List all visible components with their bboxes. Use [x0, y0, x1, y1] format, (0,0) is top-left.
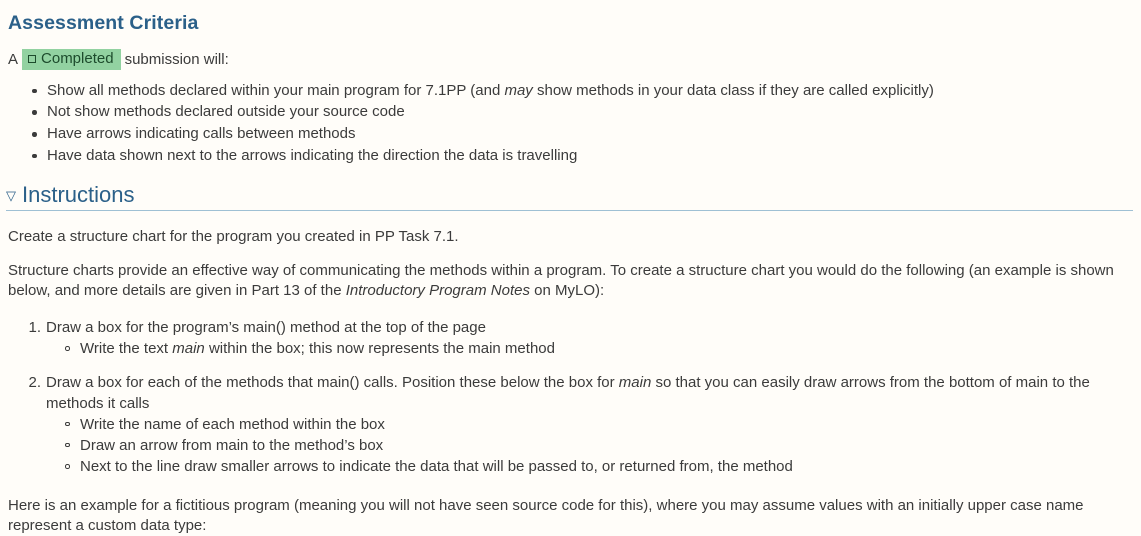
step-part1: Draw a box for the program’s main() meth…	[46, 319, 486, 336]
assessment-criteria-heading: Assessment Criteria	[0, 0, 1141, 35]
instructions-heading: ▽ Instructions	[6, 181, 1133, 212]
spacer	[0, 301, 1141, 317]
instructions-heading-label: Instructions	[22, 181, 135, 209]
list-item: Have data shown next to the arrows indic…	[30, 145, 1141, 167]
list-item: Write the name of each method within the…	[62, 414, 1141, 435]
triangle-down-icon[interactable]: ▽	[6, 189, 16, 202]
overview-emphasis: Introductory Program Notes	[346, 282, 530, 299]
step-text: Draw a box for each of the methods that …	[46, 372, 1136, 414]
checkbox-square-icon	[28, 55, 36, 63]
spacer	[0, 211, 1141, 227]
step-emphasis: main	[619, 374, 652, 391]
substep-part1: Draw an arrow from main to the method’s …	[80, 437, 383, 454]
substep-part1: Next to the line draw smaller arrows to …	[80, 458, 793, 475]
spacer	[0, 167, 1141, 181]
substep-part2: within the box; this now represents the …	[205, 340, 555, 357]
item-text-emphasis: may	[504, 82, 532, 99]
instructions-overview-paragraph: Structure charts provide an effective wa…	[0, 261, 1133, 302]
substep-part1: Write the text	[80, 340, 172, 357]
item-text-part1: Have data shown next to the arrows indic…	[47, 147, 577, 164]
item-text-part1: Show all methods declared within your ma…	[47, 82, 504, 99]
spacer	[0, 478, 1141, 496]
step-substeps-list: Write the name of each method within the…	[46, 414, 1141, 478]
assignment-instructions-page: Assessment Criteria A Completed submissi…	[0, 0, 1141, 527]
spacer	[0, 35, 1141, 49]
status-badge-label: Completed	[41, 50, 114, 67]
list-item: Show all methods declared within your ma…	[30, 80, 1141, 102]
step-part1: Draw a box for each of the methods that …	[46, 374, 619, 391]
instructions-intro-paragraph: Create a structure chart for the program…	[0, 227, 1133, 247]
list-item: Draw a box for each of the methods that …	[24, 372, 1141, 478]
item-text-part2: show methods in your data class if they …	[533, 82, 934, 99]
list-item: Draw a box for the program’s main() meth…	[24, 317, 1141, 359]
list-item: Write the text main within the box; this…	[62, 338, 1141, 359]
instructions-steps-list: Draw a box for the program’s main() meth…	[0, 317, 1141, 477]
instructions-closing-paragraph: Here is an example for a fictitious prog…	[0, 496, 1133, 536]
completed-lead-line: A Completed submission will:	[0, 49, 1141, 69]
list-item: Next to the line draw smaller arrows to …	[62, 456, 1141, 477]
status-badge-completed: Completed	[22, 49, 121, 69]
substep-emphasis: main	[172, 340, 205, 357]
lead-prefix-text: A	[8, 50, 18, 70]
list-item: Draw an arrow from main to the method’s …	[62, 435, 1141, 456]
list-item: Have arrows indicating calls between met…	[30, 123, 1141, 145]
item-text-part1: Have arrows indicating calls between met…	[47, 125, 356, 142]
spacer	[0, 70, 1141, 80]
overview-part2: on MyLO):	[530, 282, 604, 299]
step-text: Draw a box for the program’s main() meth…	[46, 317, 1136, 338]
substep-part1: Write the name of each method within the…	[80, 416, 385, 433]
instructions-section-header: ▽ Instructions	[0, 181, 1141, 212]
list-item: Not show methods declared outside your s…	[30, 101, 1141, 123]
step-substeps-list: Write the text main within the box; this…	[46, 338, 1141, 359]
assessment-criteria-list: Show all methods declared within your ma…	[0, 80, 1141, 167]
item-text-part1: Not show methods declared outside your s…	[47, 103, 405, 120]
lead-suffix-text: submission will:	[125, 50, 229, 70]
spacer	[0, 248, 1141, 261]
